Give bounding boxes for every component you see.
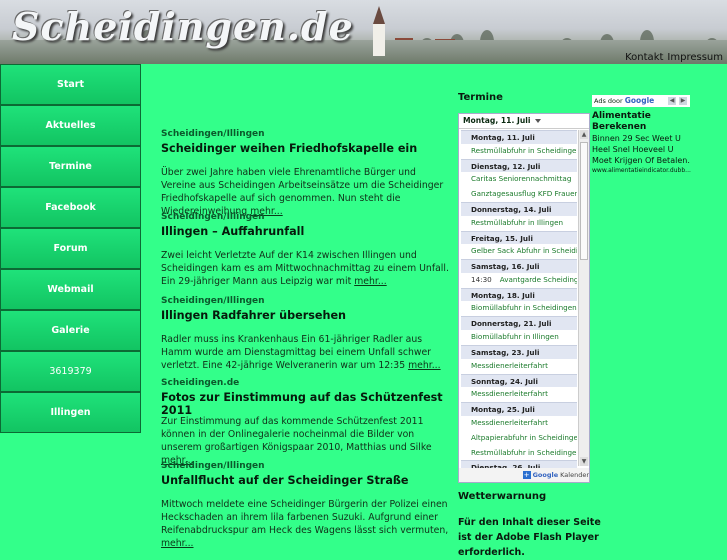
- calendar-scrollbar[interactable]: ▲ ▼: [578, 130, 589, 466]
- calendar-event[interactable]: Altpapierabfuhr in Scheidingen: [461, 430, 577, 446]
- article-source: Scheidingen/Illingen: [161, 212, 265, 222]
- google-logo: Google: [532, 471, 559, 479]
- news-article: Scheidingen/Illingen Illingen Radfahrer …: [161, 295, 450, 377]
- calendar-event[interactable]: Restmüllabfuhr in Scheidingen: [461, 143, 577, 159]
- nav-item-webmail[interactable]: Webmail: [0, 269, 141, 310]
- termine-heading: Termine: [458, 92, 503, 103]
- calendar-event[interactable]: Restmüllabfuhr in Scheidingen: [461, 445, 577, 461]
- scrollbar-thumb[interactable]: [580, 142, 588, 260]
- article-title[interactable]: Unfallflucht auf der Scheidinger Straße: [161, 474, 450, 490]
- nav-item-aktuelles[interactable]: Aktuelles: [0, 105, 141, 146]
- calendar-event[interactable]: Restmüllabfuhr in Illingen: [461, 215, 577, 231]
- event-title: Avantgarde Scheidingen: [499, 274, 577, 284]
- article-source: Scheidingen/Illingen: [161, 129, 265, 139]
- event-title: Gelber Sack Abfuhr in Scheidingen: [471, 246, 577, 256]
- article-title[interactable]: Fotos zur Einstimmung auf das Schützenfe…: [161, 391, 450, 417]
- calendar-event[interactable]: Messdienerleiterfahrt: [461, 387, 577, 403]
- calendar-event[interactable]: 14:30 Avantgarde Scheidingen: [461, 272, 577, 288]
- prev-arrow-icon[interactable]: ◀: [668, 97, 676, 105]
- nav-item-galerie[interactable]: Galerie: [0, 310, 141, 351]
- calendar-event[interactable]: Messdienerleiterfahrt: [461, 358, 577, 374]
- link-impressum[interactable]: Impressum: [667, 52, 723, 63]
- calendar-date-select[interactable]: Montag, 11. Juli: [459, 114, 589, 129]
- news-article: Scheidingen.de Fotos zur Einstimmung auf…: [161, 377, 450, 466]
- scroll-up-icon[interactable]: ▲: [580, 130, 588, 139]
- calendar-day-header: Montag, 18. Juli: [461, 287, 577, 302]
- read-more-link[interactable]: mehr...: [161, 538, 194, 549]
- news-article: Scheidingen/Illingen Illingen – Auffahru…: [161, 211, 450, 295]
- nav-item-illingen[interactable]: Illingen: [0, 392, 141, 433]
- article-text: Radler muss ins Krankenhaus Ein 61-jähri…: [161, 334, 441, 371]
- news-list: Scheidingen/Illingen Scheidinger weihen …: [161, 128, 450, 550]
- article-title[interactable]: Illingen Radfahrer übersehen: [161, 309, 450, 325]
- event-time: 14:30: [471, 274, 492, 284]
- wetter-heading: Wetterwarnung: [458, 491, 547, 502]
- header-links: Kontakt Impressum: [621, 52, 723, 63]
- calendar-event[interactable]: Caritas Seniorennachmittag: [461, 172, 577, 188]
- google-logo: Google: [624, 96, 655, 105]
- calendar-day-header: Donnerstag, 14. Juli: [461, 202, 577, 216]
- event-title: Biomüllabfuhr in Scheidingen: [471, 303, 577, 313]
- event-title: Messdienerleiterfahrt: [471, 360, 548, 370]
- plus-icon[interactable]: +: [522, 471, 531, 479]
- news-article: Scheidingen/Illingen Unfallflucht auf de…: [161, 460, 450, 550]
- next-arrow-icon[interactable]: ▶: [679, 97, 687, 105]
- calendar-footer[interactable]: + Google Kalender: [459, 468, 589, 482]
- calendar-day-header: Montag, 11. Juli: [461, 130, 577, 144]
- nav-item-forum[interactable]: Forum: [0, 228, 141, 269]
- event-title: Restmüllabfuhr in Scheidingen: [471, 145, 577, 155]
- article-source: Scheidingen/Illingen: [161, 461, 265, 471]
- calendar-day-header: Samstag, 23. Juli: [461, 344, 577, 359]
- article-source: Scheidingen/Illingen: [161, 296, 265, 306]
- event-title: Restmüllabfuhr in Illingen: [471, 217, 564, 227]
- sidebar-nav: Start Aktuelles Termine Facebook Forum W…: [0, 64, 141, 433]
- chevron-down-icon: [535, 119, 542, 123]
- article-text: Mittwoch meldete eine Scheidinger Bürger…: [161, 499, 449, 549]
- ad-title[interactable]: Alimentatie Berekenen: [592, 111, 690, 133]
- article-title[interactable]: Illingen – Auffahrunfall: [161, 225, 450, 241]
- calendar-agenda: Montag, 11. Juli Restmüllabfuhr in Scheid…: [461, 130, 577, 475]
- ad-text: Binnen 29 Sec Weet U Heel Snel Hoeveel U…: [592, 134, 690, 165]
- nav-item-facebook[interactable]: Facebook: [0, 187, 141, 228]
- ads-by-label: Ads door: [594, 97, 623, 105]
- site-logo[interactable]: Scheidingen.de: [12, 4, 354, 49]
- event-title: Messdienerleiterfahrt: [471, 389, 548, 399]
- event-title: Altpapierabfuhr in Scheidingen: [471, 432, 577, 442]
- ad-url[interactable]: www.alimentatieindicator.dubb...: [592, 166, 691, 175]
- calendar-day-header: Montag, 25. Juli: [461, 402, 577, 416]
- calendar-event[interactable]: Gelber Sack Abfuhr in Scheidingen: [461, 244, 577, 260]
- calendar-event[interactable]: Biomüllabfuhr in Scheidingen: [461, 301, 577, 317]
- article-source: Scheidingen.de: [161, 378, 240, 388]
- ad-header: Ads door Google ◀ ▶: [592, 95, 690, 107]
- event-title: Messdienerleiterfahrt: [471, 417, 548, 427]
- calendar-day-header: Donnerstag, 21. Juli: [461, 316, 577, 331]
- news-article: Scheidingen/Illingen Scheidinger weihen …: [161, 128, 450, 217]
- calendar-day-header: Sonntag, 24. Juli: [461, 373, 577, 388]
- header-banner: Scheidingen.de Kontakt Impressum: [0, 0, 727, 64]
- scroll-down-icon[interactable]: ▼: [580, 457, 588, 466]
- church-tower-image: [373, 6, 385, 56]
- read-more-link[interactable]: mehr...: [354, 276, 387, 287]
- event-title: Biomüllabfuhr in Illingen: [471, 332, 559, 342]
- calendar-event[interactable]: Messdienerleiterfahrt: [461, 415, 577, 431]
- nav-item-start[interactable]: Start: [0, 64, 141, 105]
- calendar-day-header: Freitag, 15. Juli: [461, 230, 577, 245]
- event-title: Caritas Seniorennachmittag: [471, 174, 572, 184]
- calendar-day-header: Dienstag, 12. Juli: [461, 158, 577, 173]
- google-ad: Ads door Google ◀ ▶ Alimentatie Berekenen…: [592, 95, 691, 183]
- link-kontakt[interactable]: Kontakt: [625, 52, 663, 63]
- flash-player-notice: Für den Inhalt dieser Seite ist der Adob…: [458, 517, 601, 558]
- calendar-day-header: Samstag, 16. Juli: [461, 259, 577, 273]
- read-more-link[interactable]: mehr...: [408, 360, 441, 371]
- event-title: Ganztagesausflug KFD Frauen: [471, 189, 577, 199]
- event-title: Restmüllabfuhr in Scheidingen: [471, 447, 577, 457]
- nav-item-termine[interactable]: Termine: [0, 146, 141, 187]
- article-text: Zwei leicht Verletzte Auf der K14 zwisch…: [161, 250, 449, 287]
- google-calendar-widget: Montag, 11. Juli Montag, 11. Juli Restmül…: [458, 113, 590, 483]
- calendar-event[interactable]: Biomüllabfuhr in Illingen: [461, 330, 577, 345]
- article-title[interactable]: Scheidinger weihen Friedhofskapelle ein: [161, 142, 450, 158]
- visitor-counter: 3619379: [0, 351, 141, 392]
- calendar-event[interactable]: Ganztagesausflug KFD Frauen: [461, 187, 577, 203]
- calendar-label: Kalender: [560, 471, 589, 479]
